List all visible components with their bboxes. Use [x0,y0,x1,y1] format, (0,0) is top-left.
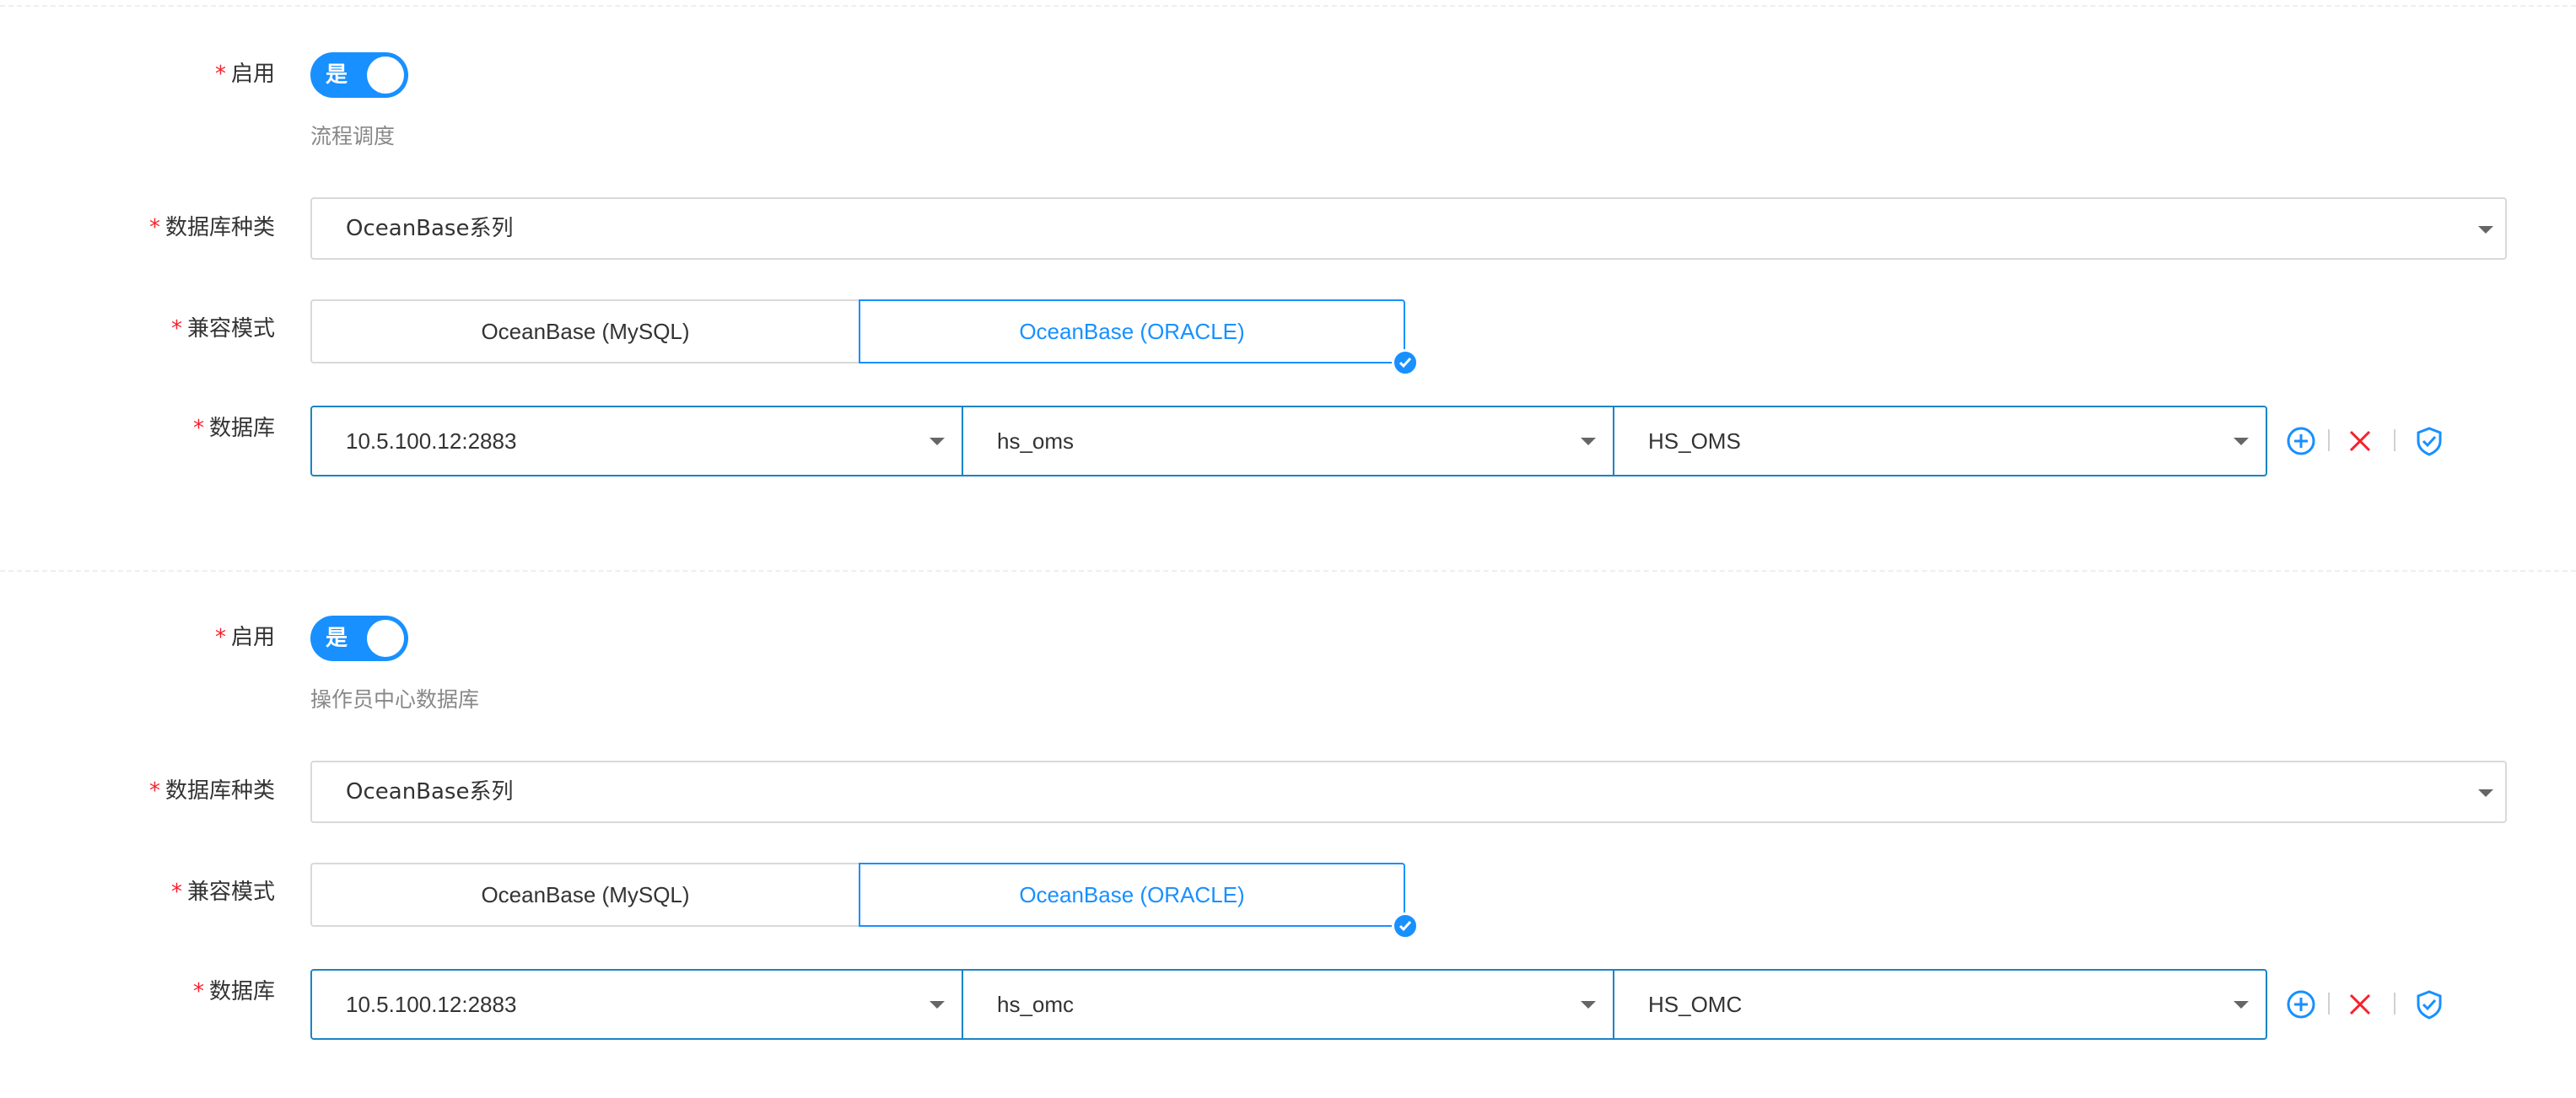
section-help-text: 操作员中心数据库 [310,687,480,712]
database-host-select[interactable]: 10.5.100.12:2883 [312,971,963,1038]
required-mark: * [192,979,204,1004]
compat-mode-segmented: OceanBase (MySQL) OceanBase (ORACLE) [310,863,1405,927]
compat-mode-label: * 兼容模式 [170,316,275,342]
database-label: * 数据库 [192,416,275,441]
caret-down-icon [1581,438,1596,445]
plus-circle-icon[interactable] [2284,988,2318,1021]
switch-knob [367,620,404,657]
compat-option-mysql[interactable]: OceanBase (MySQL) [310,299,859,363]
database-user-value: HS_OMS [1648,428,1741,454]
enable-label: * 启用 [214,62,275,87]
database-host-select[interactable]: 10.5.100.12:2883 [312,407,963,475]
db-type-select[interactable]: OceanBase系列 [310,761,2507,823]
db-type-value: OceanBase系列 [346,216,514,241]
caret-down-icon [2478,789,2493,797]
db-type-select[interactable]: OceanBase系列 [310,197,2507,260]
enable-switch[interactable]: 是 [310,52,408,98]
db-type-label: * 数据库种类 [148,215,275,240]
required-mark: * [148,215,160,240]
required-mark: * [214,62,226,87]
required-mark: * [192,416,204,441]
database-host-value: 10.5.100.12:2883 [346,428,517,454]
section-help-text: 流程调度 [310,124,396,148]
database-schema-value: hs_omc [997,992,1075,1017]
database-select-group: 10.5.100.12:2883 hs_oms HS_OMS [310,406,2267,476]
database-host-value: 10.5.100.12:2883 [346,992,517,1017]
caret-down-icon [930,438,945,445]
check-badge-icon [1392,349,1419,376]
database-schema-select[interactable]: hs_omc [963,971,1614,1038]
compat-mode-label: * 兼容模式 [170,880,275,905]
close-icon[interactable] [2343,424,2377,458]
compat-mode-segmented: OceanBase (MySQL) OceanBase (ORACLE) [310,299,1405,363]
caret-down-icon [1581,1001,1596,1009]
required-mark: * [170,316,182,342]
caret-down-icon [2234,438,2249,445]
database-user-value: HS_OMC [1648,992,1743,1017]
database-label: * 数据库 [192,979,275,1004]
config-section-2: * 启用 是 操作员中心数据库 * 数据库种类 OceanBase系列 * 兼容模式 … [0,563,2576,1040]
enable-switch[interactable]: 是 [310,616,408,661]
config-section-1: * 启用 是 流程调度 * 数据库种类 OceanBase系列 * 兼容模式 Ocea… [0,0,2576,476]
required-mark: * [148,778,160,804]
compat-option-oracle[interactable]: OceanBase (ORACLE) [859,863,1405,927]
action-separator [2328,429,2330,451]
switch-knob [367,57,404,94]
database-user-select[interactable]: HS_OMS [1614,407,2266,475]
enable-label: * 启用 [214,625,275,650]
shield-check-icon[interactable] [2412,988,2446,1021]
switch-text: 是 [326,626,348,651]
caret-down-icon [2478,226,2493,234]
caret-down-icon [2234,1001,2249,1009]
switch-text: 是 [326,62,348,88]
action-separator [2394,429,2395,451]
database-schema-value: hs_oms [997,428,1075,454]
shield-check-icon[interactable] [2412,424,2446,458]
check-badge-icon [1392,912,1419,939]
database-select-group: 10.5.100.12:2883 hs_omc HS_OMC [310,969,2267,1040]
plus-circle-icon[interactable] [2284,424,2318,458]
db-type-label: * 数据库种类 [148,778,275,804]
compat-option-mysql[interactable]: OceanBase (MySQL) [310,863,859,927]
compat-option-oracle[interactable]: OceanBase (ORACLE) [859,299,1405,363]
database-user-select[interactable]: HS_OMC [1614,971,2266,1038]
db-type-value: OceanBase系列 [346,779,514,805]
database-schema-select[interactable]: hs_oms [963,407,1614,475]
action-separator [2394,993,2395,1015]
required-mark: * [214,625,226,650]
close-icon[interactable] [2343,988,2377,1021]
action-separator [2328,993,2330,1015]
caret-down-icon [930,1001,945,1009]
required-mark: * [170,880,182,905]
